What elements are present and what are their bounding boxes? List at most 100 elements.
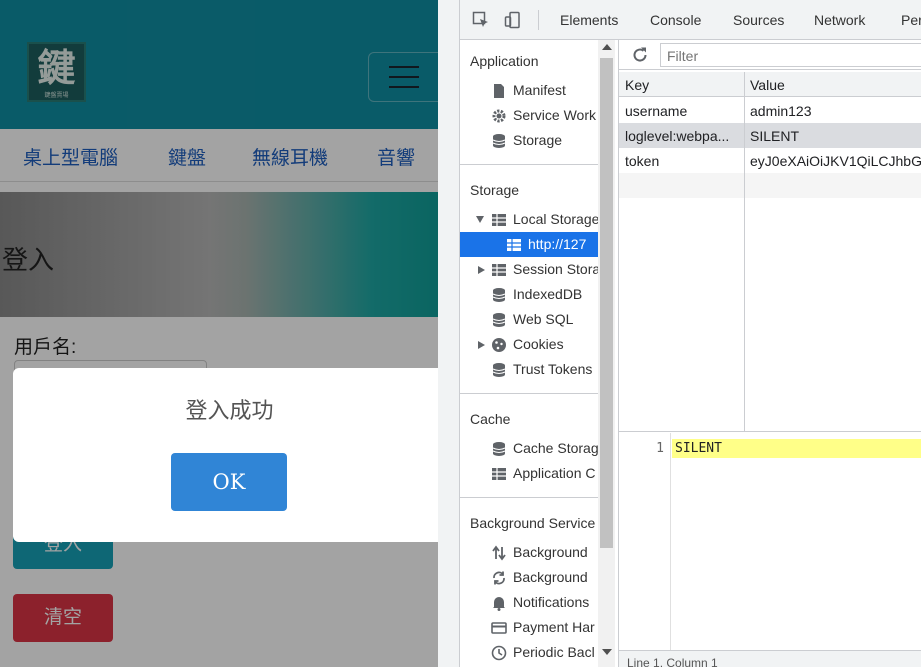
credit-card-icon xyxy=(491,622,507,634)
database-icon xyxy=(492,288,506,302)
devtools-splitter[interactable] xyxy=(438,0,459,667)
filter-input[interactable]: Filter xyxy=(660,43,921,67)
sidebar-item-label: Manifest xyxy=(513,82,566,98)
modal-backdrop xyxy=(0,0,438,667)
sidebar-item-label: Storage xyxy=(513,132,563,148)
table-row-selected[interactable]: loglevel:webpa... SILENT xyxy=(619,123,921,148)
refresh-icon[interactable] xyxy=(631,46,649,64)
toolbar-divider xyxy=(538,10,539,30)
sidebar-item-background-sync[interactable]: Background xyxy=(460,565,598,590)
scroll-down-arrow-icon[interactable] xyxy=(602,649,612,655)
sidebar-divider xyxy=(460,393,598,394)
cookie-icon xyxy=(492,338,506,352)
gear-icon xyxy=(492,109,506,123)
website-viewport: 鍵 鍵盤賣場 桌上型電腦 鍵盤 無線耳機 音響 登入 用戶名: 登入 清空 xyxy=(0,0,438,667)
collapse-arrow-icon[interactable] xyxy=(478,266,485,274)
table-icon xyxy=(507,239,521,251)
column-header-value[interactable]: Value xyxy=(750,77,921,93)
table-row[interactable]: token eyJ0eXAiOiJKV1QiLCJhbGciOiJIUzI1Ni… xyxy=(619,148,921,173)
sidebar-item-label: Trust Tokens xyxy=(513,361,593,377)
device-toolbar-icon[interactable] xyxy=(504,11,522,29)
dialog-title: 登入成功 xyxy=(185,398,274,423)
sidebar-item-label: Cookies xyxy=(513,336,564,352)
table-row[interactable]: username admin123 xyxy=(619,98,921,123)
collapse-arrow-icon[interactable] xyxy=(478,341,485,349)
cell-value: SILENT xyxy=(750,128,800,144)
sidebar-item-label: http://127 xyxy=(528,236,587,252)
table-icon xyxy=(492,468,506,480)
sidebar-item-label: Application C xyxy=(513,465,596,481)
cell-value: admin123 xyxy=(750,103,812,119)
storage-view: Filter Key Value username admin123 logle… xyxy=(618,40,921,667)
cell-value: eyJ0eXAiOiJKV1QiLCJhbGciOiJIUzI1NiJ9 xyxy=(750,153,921,169)
table-row-empty[interactable] xyxy=(619,173,921,198)
scrollbar-thumb[interactable] xyxy=(600,58,613,548)
sidebar-divider xyxy=(460,497,598,498)
database-icon xyxy=(492,313,506,327)
sidebar-item-label: Background xyxy=(513,569,588,585)
section-cache: Cache xyxy=(470,411,511,427)
section-storage: Storage xyxy=(470,182,520,198)
tab-sources[interactable]: Sources xyxy=(733,12,784,28)
table-icon xyxy=(492,214,506,226)
sidebar-item-web-sql[interactable]: Web SQL xyxy=(460,307,598,332)
editor-line[interactable]: SILENT xyxy=(672,439,921,458)
devtools-panel: Elements Console Sources Network Per App… xyxy=(459,0,921,667)
sidebar-item-label: Local Storage xyxy=(513,211,598,227)
sidebar-item-local-storage-origin[interactable]: http://127 xyxy=(460,232,598,257)
section-application: Application xyxy=(470,53,539,69)
line-number-gutter: 1 xyxy=(619,433,671,650)
sidebar-item-session-storage[interactable]: Session Stora xyxy=(460,257,598,282)
application-sidebar: Application Manifest Service Work Storag… xyxy=(460,40,618,667)
sidebar-item-notifications[interactable]: Notifications xyxy=(460,590,598,615)
tab-performance[interactable]: Per xyxy=(901,12,921,28)
cell-key: loglevel:webpa... xyxy=(625,128,730,144)
dialog-ok-button[interactable]: OK xyxy=(171,453,287,511)
sidebar-item-label: Web SQL xyxy=(513,311,574,327)
expand-arrow-icon[interactable] xyxy=(476,216,484,223)
sidebar-item-storage[interactable]: Storage xyxy=(460,128,598,153)
sidebar-item-cookies[interactable]: Cookies xyxy=(460,332,598,357)
sidebar-item-manifest[interactable]: Manifest xyxy=(460,78,598,103)
tab-network[interactable]: Network xyxy=(814,12,865,28)
sidebar-item-label: Periodic Bacl xyxy=(513,644,595,660)
line-number: 1 xyxy=(656,441,664,456)
table-icon xyxy=(492,264,506,276)
value-preview-editor[interactable]: 1 SILENT xyxy=(619,433,921,667)
local-storage-table: Key Value username admin123 loglevel:web… xyxy=(619,72,921,432)
sidebar-item-label: Background xyxy=(513,544,588,560)
sidebar-item-label: Session Stora xyxy=(513,261,598,277)
devtools-toolbar: Elements Console Sources Network Per xyxy=(460,0,921,40)
cell-key: token xyxy=(625,153,660,169)
sidebar-item-cache-storage[interactable]: Cache Storag xyxy=(460,436,598,461)
sidebar-item-payment-handler[interactable]: Payment Har xyxy=(460,615,598,640)
column-divider[interactable] xyxy=(744,72,745,432)
sidebar-item-service-workers[interactable]: Service Work xyxy=(460,103,598,128)
sidebar-divider xyxy=(460,164,598,165)
database-icon xyxy=(492,442,506,456)
sidebar-item-indexeddb[interactable]: IndexedDB xyxy=(460,282,598,307)
tab-elements[interactable]: Elements xyxy=(560,12,618,28)
sidebar-item-label: Service Work xyxy=(513,107,596,123)
sidebar-item-label: Notifications xyxy=(513,594,590,610)
sidebar-item-background-fetch[interactable]: Background xyxy=(460,540,598,565)
sidebar-item-trust-tokens[interactable]: Trust Tokens xyxy=(460,357,598,382)
scroll-up-arrow-icon[interactable] xyxy=(602,44,612,50)
document-icon xyxy=(494,84,504,98)
bell-icon xyxy=(493,597,505,611)
table-header: Key Value xyxy=(619,72,921,97)
sidebar-item-application-cache[interactable]: Application C xyxy=(460,461,598,486)
storage-toolbar: Filter xyxy=(619,40,921,70)
cell-key: username xyxy=(625,103,688,119)
sync-icon xyxy=(493,571,505,585)
sidebar-scrollbar[interactable] xyxy=(598,40,615,667)
column-header-key[interactable]: Key xyxy=(625,77,739,93)
database-icon xyxy=(492,363,506,377)
tab-console[interactable]: Console xyxy=(650,12,701,28)
database-icon xyxy=(492,134,506,148)
inspect-element-icon[interactable] xyxy=(472,11,490,29)
success-dialog: 登入成功 OK xyxy=(13,368,446,542)
sidebar-item-periodic-background-sync[interactable]: Periodic Bacl xyxy=(460,640,598,665)
editor-status-bar: Line 1, Column 1 xyxy=(619,650,921,667)
sidebar-item-local-storage[interactable]: Local Storage xyxy=(460,207,598,232)
